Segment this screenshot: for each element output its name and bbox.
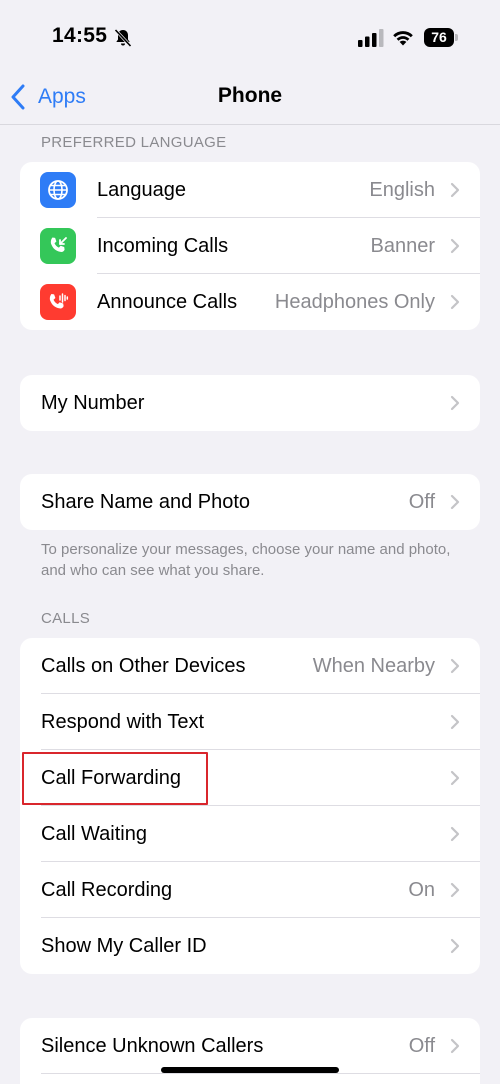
page-title: Phone xyxy=(217,84,283,107)
row-announce-calls[interactable]: Announce Calls Headphones Only xyxy=(20,274,480,330)
globe-icon xyxy=(40,172,76,208)
row-call-recording[interactable]: Call Recording On xyxy=(20,862,480,918)
row-value: Off xyxy=(408,490,435,513)
chevron-right-icon xyxy=(450,494,460,510)
silent-bell-icon xyxy=(114,28,132,48)
status-time: 14:55 xyxy=(52,24,108,47)
battery-level: 76 xyxy=(424,28,454,47)
silence-group: Silence Unknown Callers Off xyxy=(20,1018,480,1084)
highlight-box xyxy=(22,752,208,805)
status-bar: 14:55 76 xyxy=(0,0,500,70)
home-indicator[interactable] xyxy=(161,1067,339,1073)
row-call-waiting[interactable]: Call Waiting xyxy=(20,806,480,862)
row-label: Show My Caller ID xyxy=(41,934,207,957)
row-value: Off xyxy=(408,1034,435,1057)
row-value: On xyxy=(408,878,435,901)
chevron-right-icon xyxy=(450,1038,460,1054)
row-share-name-and-photo[interactable]: Share Name and Photo Off xyxy=(20,474,480,530)
row-label: Share Name and Photo xyxy=(41,490,251,513)
chevron-right-icon xyxy=(450,182,460,198)
row-calls-on-other-devices[interactable]: Calls on Other Devices When Nearby xyxy=(20,638,480,694)
row-show-my-caller-id[interactable]: Show My Caller ID xyxy=(20,918,480,974)
section-header-calls: CALLS xyxy=(41,610,91,627)
row-label: Calls on Other Devices xyxy=(41,654,246,677)
battery-icon: 76 xyxy=(424,28,458,47)
chevron-right-icon xyxy=(450,714,460,730)
row-my-number[interactable]: My Number xyxy=(20,375,480,431)
calls-group: Calls on Other Devices When Nearby Respo… xyxy=(20,638,480,974)
chevron-right-icon xyxy=(450,826,460,842)
row-label: Language xyxy=(97,178,186,201)
announce-call-icon xyxy=(40,284,76,320)
row-incoming-calls[interactable]: Incoming Calls Banner xyxy=(20,218,480,274)
chevron-right-icon xyxy=(450,770,460,786)
row-silence-unknown-callers[interactable]: Silence Unknown Callers Off xyxy=(20,1018,480,1074)
row-language[interactable]: Language English xyxy=(20,162,480,218)
row-respond-with-text[interactable]: Respond with Text xyxy=(20,694,480,750)
preferred-language-group: Language English Incoming Calls Banner A… xyxy=(20,162,480,330)
section-header-preferred-language: PREFERRED LANGUAGE xyxy=(41,134,227,151)
chevron-right-icon xyxy=(450,882,460,898)
row-label: Respond with Text xyxy=(41,710,205,733)
row-label: Call Recording xyxy=(41,878,173,901)
incoming-call-icon xyxy=(40,228,76,264)
chevron-right-icon xyxy=(450,658,460,674)
share-footer-note: To personalize your messages, choose you… xyxy=(41,541,451,579)
row-value: Headphones Only xyxy=(274,290,435,313)
my-number-group: My Number xyxy=(20,375,480,431)
row-label: Silence Unknown Callers xyxy=(41,1034,264,1057)
chevron-right-icon xyxy=(450,938,460,954)
row-value: Banner xyxy=(370,234,436,257)
wifi-icon xyxy=(393,31,413,46)
row-value: When Nearby xyxy=(312,654,435,677)
row-label: Incoming Calls xyxy=(97,234,229,257)
row-label: My Number xyxy=(41,391,145,414)
share-name-group: Share Name and Photo Off xyxy=(20,474,480,530)
navigation-bar: Apps Phone xyxy=(0,70,500,125)
row-value: English xyxy=(369,178,435,201)
chevron-right-icon xyxy=(450,395,460,411)
row-label: Call Waiting xyxy=(41,822,147,845)
chevron-right-icon xyxy=(450,294,460,310)
cellular-signal-icon xyxy=(358,29,384,47)
chevron-right-icon xyxy=(450,238,460,254)
row-label: Announce Calls xyxy=(97,290,238,313)
